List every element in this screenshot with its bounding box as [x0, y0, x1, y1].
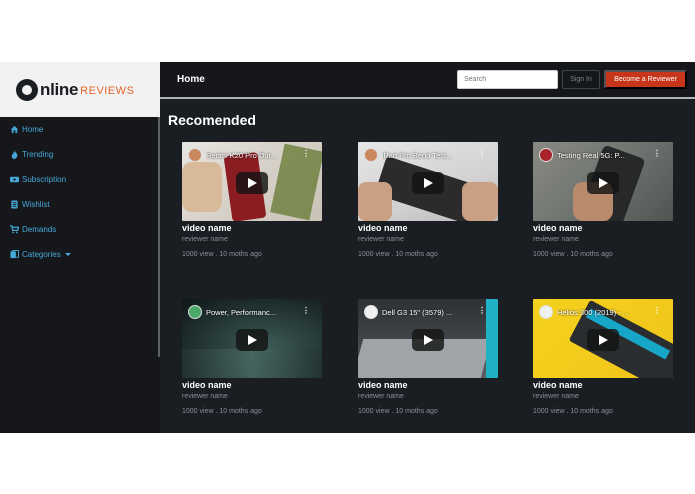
channel-avatar[interactable] [364, 148, 378, 162]
sidebar-item-trending[interactable]: Trending [0, 142, 158, 167]
video-meta: 1000 view . 10 moths ago [358, 251, 438, 258]
more-options-icon[interactable]: ⋮ [653, 306, 661, 315]
sidebar: nline REVIEWS Home Trending Subscription… [0, 62, 160, 433]
cart-icon [10, 225, 20, 234]
sidebar-item-label: Categories [22, 250, 61, 259]
view-count: 1000 view [182, 408, 214, 415]
more-options-icon[interactable]: ⋮ [302, 306, 310, 315]
channel-avatar[interactable] [188, 148, 202, 162]
list-icon [10, 200, 19, 209]
reviewer-name[interactable]: reviewer name [358, 393, 498, 400]
view-count: 1000 view [182, 251, 214, 258]
video-meta: 1000 view . 10 moths ago [182, 251, 262, 258]
sidebar-item-label: Subscription [22, 175, 67, 184]
video-thumbnail[interactable]: Testing Real 5G: P... ⋮ [533, 142, 673, 221]
reviewer-name[interactable]: reviewer name [182, 236, 322, 243]
chevron-down-icon [64, 253, 71, 256]
video-thumb-title: Redmi K20 Pro Dur... [206, 151, 277, 160]
play-icon [10, 175, 19, 184]
sidebar-item-label: Demands [22, 225, 57, 234]
sidebar-item-label: Wishlist [22, 200, 50, 209]
play-button-icon[interactable] [236, 329, 268, 351]
upload-age: 10 moths ago [570, 251, 613, 258]
reviewer-name[interactable]: reviewer name [533, 236, 673, 243]
video-thumb-title: Power, Performanc... [206, 308, 277, 317]
video-card[interactable]: Helios 300 (2019) - ... ⋮ video name rev… [533, 299, 673, 415]
view-count: 1000 view [533, 251, 565, 258]
become-reviewer-button[interactable]: Become a Reviewer [604, 70, 687, 89]
more-options-icon[interactable]: ⋮ [478, 149, 486, 158]
top-navbar: Home Sign In Become a Reviewer [160, 62, 695, 99]
more-options-icon[interactable]: ⋮ [478, 306, 486, 315]
logo-main-text: nline [40, 79, 79, 99]
video-card[interactable]: Power, Performanc... ⋮ video name review… [182, 299, 322, 415]
channel-avatar[interactable] [539, 305, 553, 319]
more-options-icon[interactable]: ⋮ [302, 149, 310, 158]
video-name[interactable]: video name [358, 223, 498, 233]
sidebar-item-categories[interactable]: Categories [0, 242, 158, 267]
video-meta: 1000 view . 10 moths ago [182, 408, 262, 415]
page-title: Home [177, 74, 205, 85]
play-button-icon[interactable] [412, 172, 444, 194]
video-name[interactable]: video name [533, 380, 673, 390]
video-thumbnail[interactable]: Dell G3 15" (3579) ... ⋮ [358, 299, 498, 378]
view-count: 1000 view [533, 408, 565, 415]
play-button-icon[interactable] [587, 329, 619, 351]
more-options-icon[interactable]: ⋮ [653, 149, 661, 158]
home-icon [10, 125, 19, 134]
sidebar-nav: Home Trending Subscription Wishlist Dema… [0, 117, 158, 267]
video-meta: 1000 view . 10 moths ago [533, 251, 613, 258]
video-card[interactable]: iPad Pro Bend Test... ⋮ video name revie… [358, 142, 498, 258]
upload-age: 10 moths ago [219, 251, 262, 258]
logo[interactable]: nline REVIEWS [0, 62, 160, 117]
video-thumb-title: Helios 300 (2019) - ... [557, 308, 630, 317]
video-thumb-title: iPad Pro Bend Test... [382, 151, 453, 160]
sidebar-scrollbar[interactable] [158, 117, 160, 357]
reviewer-name[interactable]: reviewer name [533, 393, 673, 400]
video-thumbnail[interactable]: Redmi K20 Pro Dur... ⋮ [182, 142, 322, 221]
view-count: 1000 view [358, 408, 390, 415]
sidebar-item-subscription[interactable]: Subscription [0, 167, 158, 192]
logo-accent-text: REVIEWS [80, 85, 135, 97]
video-thumbnail[interactable]: Helios 300 (2019) - ... ⋮ [533, 299, 673, 378]
app: nline REVIEWS Home Trending Subscription… [0, 62, 695, 433]
video-meta: 1000 view . 10 moths ago [533, 408, 613, 415]
video-thumb-title: Dell G3 15" (3579) ... [382, 308, 453, 317]
video-card[interactable]: Testing Real 5G: P... ⋮ video name revie… [533, 142, 673, 258]
video-name[interactable]: video name [182, 380, 322, 390]
sign-in-button[interactable]: Sign In [562, 70, 600, 89]
video-thumbnail[interactable]: Power, Performanc... ⋮ [182, 299, 322, 378]
channel-avatar[interactable] [539, 148, 553, 162]
search-input[interactable] [457, 70, 558, 89]
upload-age: 10 moths ago [395, 408, 438, 415]
reviewer-name[interactable]: reviewer name [358, 236, 498, 243]
sidebar-item-label: Trending [22, 150, 54, 159]
video-name[interactable]: video name [358, 380, 498, 390]
channel-avatar[interactable] [188, 305, 202, 319]
video-name[interactable]: video name [533, 223, 673, 233]
reviewer-name[interactable]: reviewer name [182, 393, 322, 400]
sidebar-item-demands[interactable]: Demands [0, 217, 158, 242]
section-heading: Recomended [168, 112, 256, 128]
video-thumb-title: Testing Real 5G: P... [557, 151, 625, 160]
logo-mark-icon [16, 78, 38, 101]
video-thumbnail[interactable]: iPad Pro Bend Test... ⋮ [358, 142, 498, 221]
upload-age: 10 moths ago [570, 408, 613, 415]
play-button-icon[interactable] [587, 172, 619, 194]
sidebar-item-wishlist[interactable]: Wishlist [0, 192, 158, 217]
play-button-icon[interactable] [236, 172, 268, 194]
video-card[interactable]: Redmi K20 Pro Dur... ⋮ video name review… [182, 142, 322, 258]
sidebar-item-home[interactable]: Home [0, 117, 158, 142]
upload-age: 10 moths ago [395, 251, 438, 258]
upload-age: 10 moths ago [219, 408, 262, 415]
video-card[interactable]: Dell G3 15" (3579) ... ⋮ video name revi… [358, 299, 498, 415]
fire-icon [10, 150, 19, 159]
channel-avatar[interactable] [364, 305, 378, 319]
play-button-icon[interactable] [412, 329, 444, 351]
sidebar-item-label: Home [22, 125, 44, 134]
video-meta: 1000 view . 10 moths ago [358, 408, 438, 415]
view-count: 1000 view [358, 251, 390, 258]
categories-icon [10, 250, 19, 259]
video-name[interactable]: video name [182, 223, 322, 233]
